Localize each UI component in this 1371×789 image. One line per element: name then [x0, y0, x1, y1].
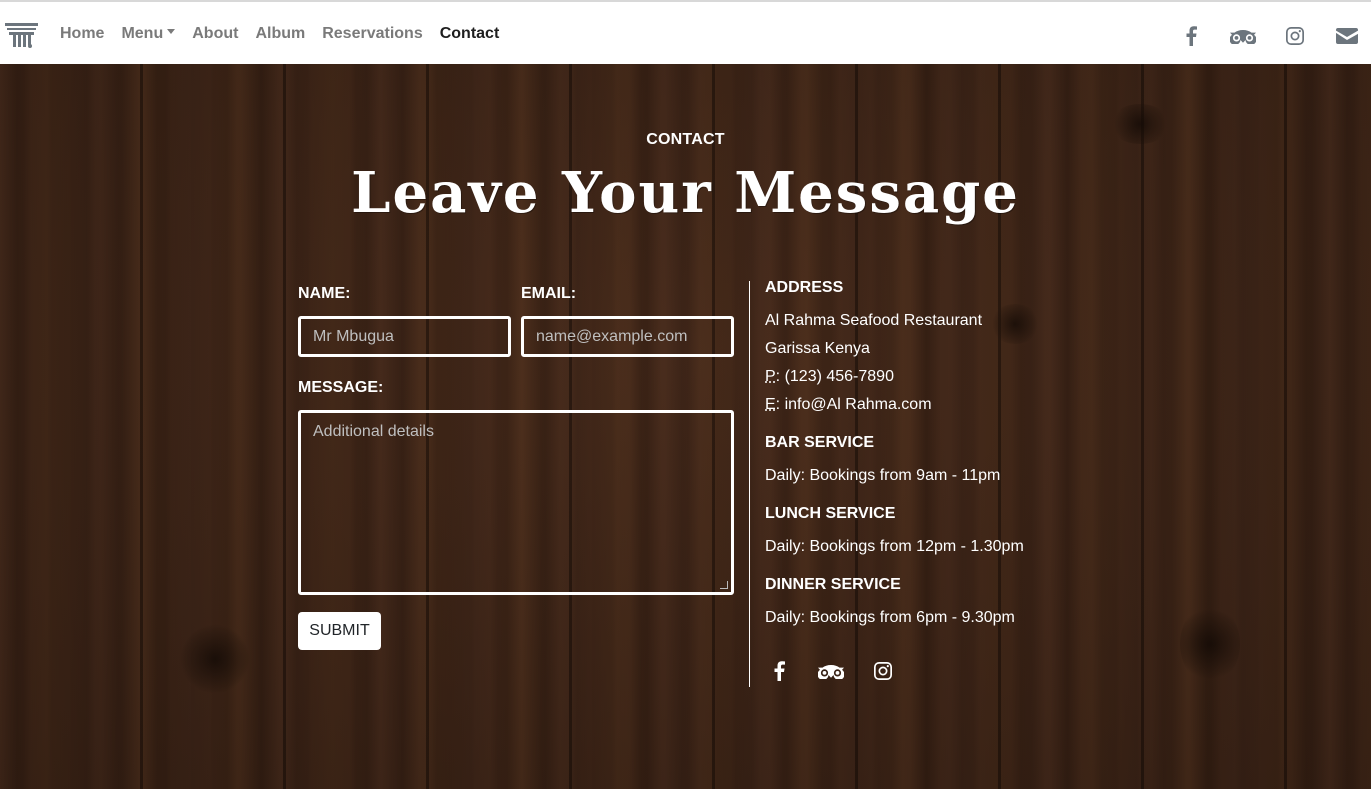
email-label: EMAIL:: [521, 285, 577, 302]
bar-service-heading: BAR SERVICE: [765, 434, 875, 451]
nav-link-reservations[interactable]: Reservations: [322, 25, 423, 43]
contact-section: CONTACT Leave Your Message NAME: Mr Mbug…: [0, 64, 1371, 789]
envelope-icon[interactable]: [1333, 22, 1361, 50]
address-line-2: Garissa Kenya: [765, 340, 870, 357]
nav-link-menu[interactable]: Menu: [121, 25, 176, 43]
phone-prefix: P: [765, 368, 776, 385]
chevron-down-icon: [167, 29, 176, 35]
nav-link-contact[interactable]: Contact: [440, 25, 500, 43]
lunch-service-hours: Daily: Bookings from 12pm - 1.30pm: [765, 538, 1024, 555]
message-placeholder: Additional details: [313, 423, 434, 440]
nav-links: Home Menu About Album Reservations Conta…: [60, 25, 516, 43]
vertical-divider: [749, 281, 750, 687]
tripadvisor-icon[interactable]: [1229, 22, 1257, 50]
address-line-1: Al Rahma Seafood Restaurant: [765, 312, 983, 329]
phone-number: : (123) 456-7890: [775, 368, 894, 385]
wood-knot: [1180, 604, 1240, 684]
page-title: Leave Your Message: [351, 160, 1020, 226]
facebook-icon[interactable]: [765, 657, 793, 685]
address-heading: ADDRESS: [765, 279, 844, 296]
name-placeholder: Mr Mbugua: [313, 328, 394, 345]
resize-handle[interactable]: [720, 581, 728, 589]
lunch-service-heading: LUNCH SERVICE: [765, 505, 896, 522]
name-label: NAME:: [298, 285, 351, 302]
phone-line: P: (123) 456-7890: [765, 368, 894, 386]
dinner-service-heading: DINNER SERVICE: [765, 576, 901, 593]
nav-link-menu-label: Menu: [121, 25, 164, 42]
email-prefix: E: [765, 396, 776, 413]
message-textarea[interactable]: Additional details: [298, 410, 734, 595]
message-label: MESSAGE:: [298, 379, 384, 396]
wood-knot: [180, 624, 250, 694]
bar-service-hours: Daily: Bookings from 9am - 11pm: [765, 467, 1001, 484]
navbar: Home Menu About Album Reservations Conta…: [0, 0, 1371, 64]
email-placeholder: name@example.com: [536, 328, 688, 345]
nav-link-about[interactable]: About: [192, 25, 238, 43]
email-field[interactable]: name@example.com: [521, 316, 734, 357]
section-eyebrow: CONTACT: [646, 131, 725, 148]
instagram-icon[interactable]: [869, 657, 897, 685]
nav-link-home[interactable]: Home: [60, 25, 104, 43]
nav-link-album[interactable]: Album: [255, 25, 305, 43]
instagram-icon[interactable]: [1281, 22, 1309, 50]
email-line: E: info@Al Rahma.com: [765, 396, 932, 414]
tripadvisor-icon[interactable]: [817, 657, 845, 685]
pillar-logo-icon[interactable]: [5, 21, 38, 51]
dinner-service-hours: Daily: Bookings from 6pm - 9.30pm: [765, 609, 1015, 626]
submit-button[interactable]: SUBMIT: [298, 612, 381, 650]
wood-knot: [990, 304, 1040, 344]
info-social-icons: [765, 657, 921, 685]
email-address[interactable]: : info@Al Rahma.com: [776, 396, 932, 413]
nav-social-icons: [1153, 22, 1361, 50]
facebook-icon[interactable]: [1177, 22, 1205, 50]
name-field[interactable]: Mr Mbugua: [298, 316, 511, 357]
